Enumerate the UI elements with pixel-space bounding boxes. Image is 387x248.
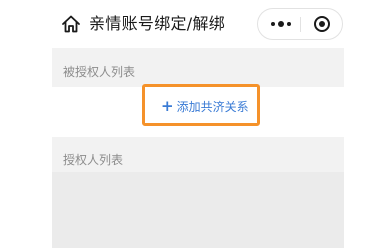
authorized-list-label: 授权人列表 [63,153,124,167]
add-relationship-label: 添加共济关系 [176,99,249,114]
miniprogram-close-icon[interactable] [307,13,337,35]
content-area: 被授权人列表 + 添加共济关系 授权人列表 [52,48,344,248]
home-icon[interactable] [61,14,81,34]
add-relationship-highlight: + 添加共济关系 [142,84,260,126]
plus-icon: + [161,97,174,115]
authorized-by-list-label: 被授权人列表 [63,65,136,79]
capsule-divider [300,17,301,32]
more-dots-icon[interactable] [266,13,296,35]
authorized-list-panel [52,172,344,248]
page: 亲情账号绑定/解绑 被授权人列表 + 添加共济关系 授权人列表 [0,0,387,248]
page-title: 亲情账号绑定/解绑 [89,14,226,33]
add-relationship-button[interactable]: + 添加共济关系 [161,97,249,115]
navigation-bar: 亲情账号绑定/解绑 [0,0,387,48]
miniprogram-capsule [257,8,343,40]
